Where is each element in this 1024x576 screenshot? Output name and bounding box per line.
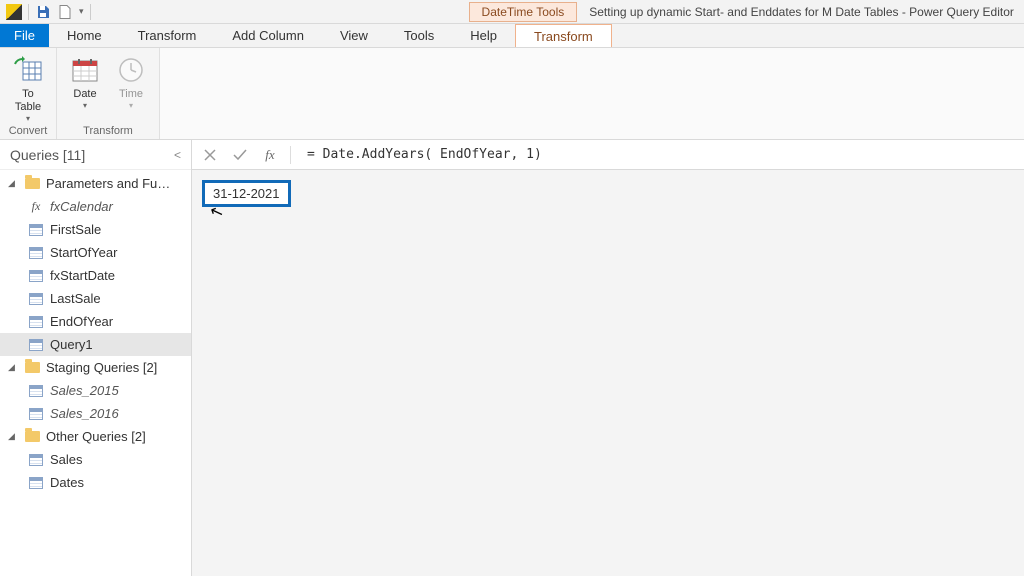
tree-item[interactable]: Sales_2016 xyxy=(0,402,191,425)
ribbon-group-convert: To Table ▾ Convert xyxy=(0,48,57,139)
tree-item-label: FirstSale xyxy=(50,222,101,237)
folder-icon xyxy=(24,177,40,191)
tree-item[interactable]: LastSale xyxy=(0,287,191,310)
tree-item[interactable]: fxStartDate xyxy=(0,264,191,287)
to-table-icon xyxy=(12,54,44,86)
expand-toggle-icon[interactable]: ◢ xyxy=(8,178,18,189)
quick-access-toolbar: ▾ DateTime Tools Setting up dynamic Star… xyxy=(0,0,1024,24)
contextual-tool-header: DateTime Tools xyxy=(469,2,578,22)
tree-item[interactable]: StartOfYear xyxy=(0,241,191,264)
ribbon-group-transform: Date ▾ Time ▾ Transform xyxy=(57,48,160,139)
ribbon-tabstrip: File Home Transform Add Column View Tool… xyxy=(0,24,1024,48)
tree-item-label: fxCalendar xyxy=(50,199,113,214)
window-title: Setting up dynamic Start- and Enddates f… xyxy=(577,5,1024,19)
tree-item[interactable]: Sales xyxy=(0,448,191,471)
folder-icon xyxy=(24,430,40,444)
tab-contextual-transform[interactable]: Transform xyxy=(515,24,612,47)
tree-item[interactable]: EndOfYear xyxy=(0,310,191,333)
tree-folder-label: Staging Queries [2] xyxy=(46,360,157,375)
date-label: Date xyxy=(73,88,96,101)
cancel-icon[interactable] xyxy=(200,145,220,165)
tree-item[interactable]: Query1 xyxy=(0,333,191,356)
result-area: 31-12-2021 ↖ xyxy=(192,170,1024,207)
main-split: Queries [11] < ◢Parameters and Fu…fxfxCa… xyxy=(0,140,1024,576)
table-icon xyxy=(28,453,44,467)
tree-folder[interactable]: ◢ Staging Queries [2] xyxy=(0,356,191,379)
tree-item-label: Dates xyxy=(50,475,84,490)
time-label: Time xyxy=(119,88,143,101)
tab-file[interactable]: File xyxy=(0,24,49,47)
queries-pane-header[interactable]: Queries [11] < xyxy=(0,140,191,170)
tree-item-label: Sales_2016 xyxy=(50,406,119,421)
tree-folder[interactable]: ◢ Other Queries [2] xyxy=(0,425,191,448)
dropdown-caret-icon: ▾ xyxy=(83,101,87,111)
table-icon xyxy=(28,246,44,260)
tree-item[interactable]: Dates xyxy=(0,471,191,494)
tree-item[interactable]: FirstSale xyxy=(0,218,191,241)
table-icon xyxy=(28,269,44,283)
queries-tree: ◢ Parameters and Fu…fx fxCalendar FirstSale… xyxy=(0,170,191,496)
confirm-icon[interactable] xyxy=(230,145,250,165)
dropdown-caret-icon: ▾ xyxy=(26,114,30,124)
ribbon: To Table ▾ Convert Date ▾ Time ▾ Trans xyxy=(0,48,1024,140)
table-icon xyxy=(28,338,44,352)
table-icon xyxy=(28,292,44,306)
to-table-button[interactable]: To Table ▾ xyxy=(6,52,50,125)
formula-bar: fx xyxy=(192,140,1024,170)
table-icon xyxy=(28,476,44,490)
ribbon-empty xyxy=(160,48,1024,139)
table-icon xyxy=(28,384,44,398)
tree-item[interactable]: fx fxCalendar xyxy=(0,195,191,218)
table-icon xyxy=(28,315,44,329)
tree-item-label: Sales_2015 xyxy=(50,383,119,398)
document-icon[interactable] xyxy=(57,4,73,20)
ribbon-group-label: Transform xyxy=(83,125,133,139)
dropdown-caret-icon: ▾ xyxy=(129,101,133,111)
queries-pane: Queries [11] < ◢ Parameters and Fu…fxfxCa… xyxy=(0,140,192,576)
ribbon-group-label: Convert xyxy=(9,125,48,139)
save-icon[interactable] xyxy=(35,4,51,20)
tree-folder-label: Parameters and Fu… xyxy=(46,176,170,191)
table-icon xyxy=(28,223,44,237)
tab-tools[interactable]: Tools xyxy=(386,24,452,47)
folder-icon xyxy=(24,361,40,375)
collapse-chevron-icon[interactable]: < xyxy=(174,148,181,162)
clock-icon xyxy=(115,54,147,86)
tree-item-label: EndOfYear xyxy=(50,314,113,329)
tab-home[interactable]: Home xyxy=(49,24,120,47)
formula-input[interactable] xyxy=(301,147,1016,162)
tree-folder-label: Other Queries [2] xyxy=(46,429,146,444)
calendar-icon xyxy=(69,54,101,86)
tree-item-label: LastSale xyxy=(50,291,101,306)
tree-item[interactable]: Sales_2015 xyxy=(0,379,191,402)
tree-item-label: fxStartDate xyxy=(50,268,115,283)
queries-pane-title: Queries [11] xyxy=(10,147,85,163)
fx-icon[interactable]: fx xyxy=(260,145,280,165)
fx-icon: fx xyxy=(28,200,44,214)
tree-folder[interactable]: ◢ Parameters and Fu… xyxy=(0,172,191,195)
tab-transform[interactable]: Transform xyxy=(120,24,215,47)
separator xyxy=(28,4,29,20)
date-button[interactable]: Date ▾ xyxy=(63,52,107,125)
tree-item-label: Query1 xyxy=(50,337,93,352)
separator xyxy=(290,146,291,164)
qat-dropdown-icon[interactable]: ▾ xyxy=(79,6,84,17)
tab-help[interactable]: Help xyxy=(452,24,515,47)
expand-toggle-icon[interactable]: ◢ xyxy=(8,431,18,442)
expand-toggle-icon[interactable]: ◢ xyxy=(8,362,18,373)
time-button[interactable]: Time ▾ xyxy=(109,52,153,125)
to-table-label: To Table xyxy=(15,88,41,114)
tree-item-label: StartOfYear xyxy=(50,245,117,260)
tree-item-label: Sales xyxy=(50,452,83,467)
tab-add-column[interactable]: Add Column xyxy=(214,24,322,47)
app-logo-icon xyxy=(6,4,22,20)
editor-content: fx 31-12-2021 ↖ xyxy=(192,140,1024,576)
tab-view[interactable]: View xyxy=(322,24,386,47)
separator xyxy=(90,4,91,20)
table-icon xyxy=(28,407,44,421)
